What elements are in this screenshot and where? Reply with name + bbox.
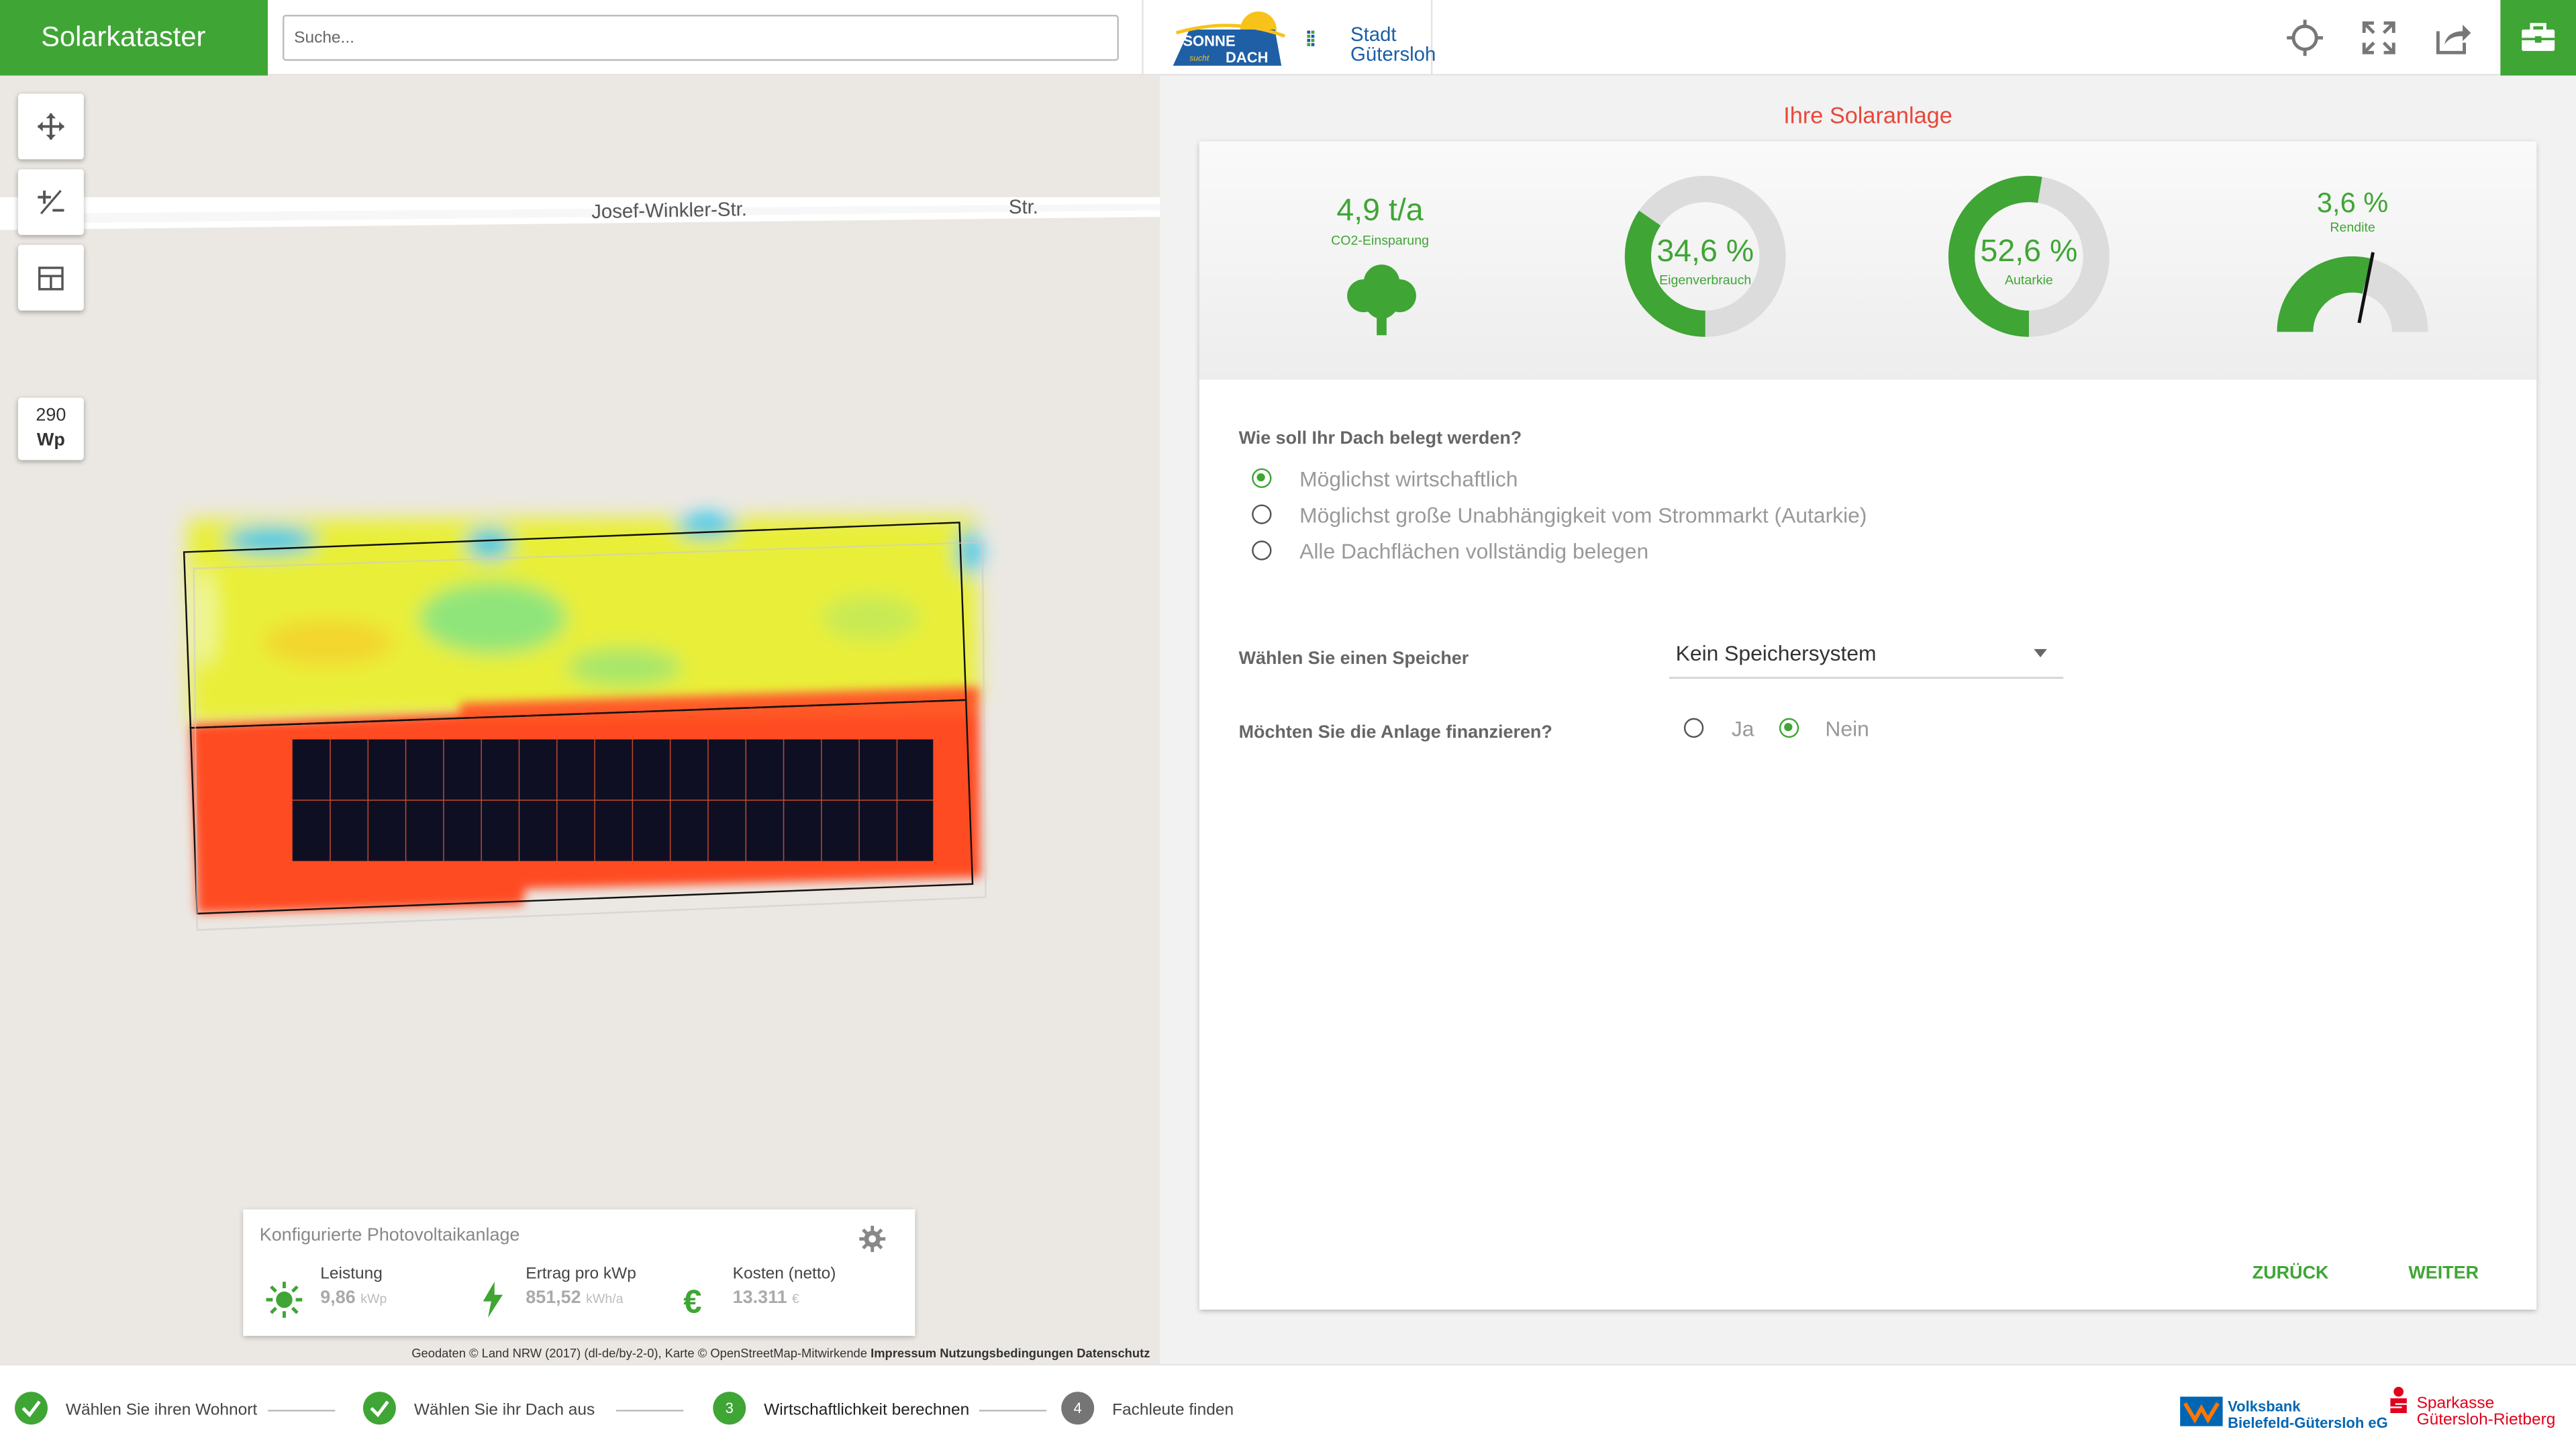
stadt-guetersloh-emblem-icon — [1307, 30, 1315, 46]
fullscreen-icon[interactable] — [2359, 18, 2399, 58]
euro-icon: € — [683, 1284, 701, 1318]
map-canvas[interactable] — [0, 76, 1160, 1364]
option-label-vollstaendig[interactable]: Alle Dachflächen vollständig belegen — [1299, 539, 1648, 564]
move-icon — [38, 113, 64, 140]
option-label-autarkie[interactable]: Möglichst große Unabhängigkeit vom Strom… — [1299, 503, 1867, 528]
svg-text:sucht: sucht — [1189, 54, 1209, 63]
stadt-line2: Gütersloh — [1350, 42, 1436, 66]
search-input[interactable] — [283, 15, 1119, 61]
privacy-link[interactable]: Datenschutz — [1077, 1346, 1150, 1361]
pv-summary-card: Konfigurierte Photovoltaikanlage Leistun… — [243, 1209, 915, 1336]
step-4-label[interactable]: Fachleute finden — [1112, 1402, 1234, 1420]
autarkie-value: 52,6 % — [1980, 235, 2078, 270]
volksbank-region: Bielefeld-Gütersloh eG — [2228, 1414, 2388, 1431]
eigenverbrauch-label: Eigenverbrauch — [1659, 273, 1752, 288]
question-speicher: Wählen Sie einen Speicher — [1238, 648, 1469, 669]
toolbox-button[interactable] — [2500, 0, 2576, 76]
question-finanzierung: Möchten Sie die Anlage finanzieren? — [1238, 722, 1552, 743]
step-1-check-icon[interactable] — [15, 1392, 48, 1425]
label-finanzierung-nein[interactable]: Nein — [1825, 716, 1869, 741]
pv-value-leistung: 9,86 kWp — [320, 1288, 387, 1308]
module-power-selector[interactable]: 290 Wp — [17, 397, 84, 461]
sparkasse-region: Gütersloh-Rietberg — [2416, 1411, 2556, 1430]
step-connector — [615, 1410, 684, 1412]
eigenverbrauch-value: 34,6 % — [1656, 235, 1754, 270]
radio-vollstaendig[interactable] — [1252, 540, 1272, 561]
next-button[interactable]: WEITER — [2408, 1263, 2479, 1283]
module-power-value: 290 — [36, 405, 66, 426]
map-attribution: Geodaten © Land NRW (2017) (dl-de/by-2-0… — [0, 1344, 1160, 1363]
module-power-unit: Wp — [36, 430, 65, 450]
rendite-label: Rendite — [2330, 220, 2375, 236]
radio-wirtschaftlich[interactable] — [1252, 468, 1272, 488]
rendite-gauge — [2277, 252, 2428, 332]
solar-panel-array[interactable] — [292, 739, 934, 861]
sparkasse-logo[interactable]: Sparkasse Gütersloh-Rietberg — [2416, 1395, 2556, 1430]
attribution-text: Geodaten © Land NRW (2017) (dl-de/by-2-0… — [411, 1345, 868, 1361]
step-2-check-icon[interactable] — [362, 1392, 396, 1425]
step-2-label[interactable]: Wählen Sie ihr Dach aus — [414, 1402, 595, 1420]
speicher-select[interactable]: Kein Speichersystem — [1669, 638, 2064, 679]
step-3-number[interactable]: 3 — [713, 1392, 746, 1425]
back-button[interactable]: ZURÜCK — [2252, 1263, 2329, 1283]
crosshair-icon[interactable] — [2285, 18, 2325, 58]
impressum-link[interactable]: Impressum — [871, 1346, 936, 1361]
pv-value-ertrag: 851,52 kWh/a — [526, 1288, 624, 1308]
step-4-number[interactable]: 4 — [1061, 1392, 1095, 1425]
panel-layout-button[interactable] — [17, 244, 84, 311]
step-connector — [267, 1410, 336, 1412]
pv-label-ertrag: Ertrag pro kWp — [526, 1265, 636, 1284]
add-remove-panel-button[interactable] — [17, 169, 84, 236]
step-3-label[interactable]: Wirtschaftlichkeit berechnen — [764, 1402, 969, 1420]
app-title[interactable]: Solarkataster — [0, 0, 268, 76]
step-1-label[interactable]: Wählen Sie ihren Wohnort — [66, 1402, 257, 1420]
radio-autarkie[interactable] — [1252, 504, 1272, 524]
settings-gear-icon[interactable] — [859, 1225, 886, 1253]
stadt-guetersloh-logo: Stadt Gütersloh — [1350, 25, 1436, 64]
stadt-line1: Stadt — [1350, 23, 1397, 46]
pv-value-kosten: 13.311 € — [732, 1288, 799, 1308]
radio-finanzierung-ja[interactable] — [1683, 718, 1704, 738]
solaranlage-card: 4,9 t/a CO2-Einsparung 34,6 % Eigenverbr… — [1199, 141, 2537, 1310]
header-bar: Solarkataster SONNE sucht DACH Stadt Güt… — [0, 0, 2576, 76]
map-view[interactable]: Josef-Winkler-Str. Str. 290 Wp — [0, 75, 1160, 1364]
panel-title: Ihre Solaranlage — [1783, 101, 1952, 128]
question-belegung: Wie soll Ihr Dach belegt werden? — [1238, 428, 1522, 449]
sun-icon — [266, 1282, 303, 1318]
pv-label-leistung: Leistung — [320, 1265, 383, 1284]
svg-text:€: € — [683, 1284, 701, 1318]
sparkasse-name: Sparkasse — [2416, 1395, 2495, 1414]
tree-icon — [1347, 264, 1416, 336]
lightning-icon — [483, 1282, 503, 1318]
step-connector — [979, 1410, 1047, 1412]
sparkasse-logo-icon — [2390, 1386, 2407, 1414]
speicher-select-value: Kein Speichersystem — [1675, 640, 1877, 666]
co2-value: 4,9 t/a — [1336, 193, 1424, 229]
svg-text:SONNE: SONNE — [1183, 33, 1235, 50]
pv-card-title: Konfigurierte Photovoltaikanlage — [259, 1225, 520, 1246]
chevron-down-icon — [2034, 648, 2047, 658]
street-label-main: Josef-Winkler-Str. — [591, 197, 748, 224]
move-tool-button[interactable] — [17, 93, 84, 160]
radio-finanzierung-nein[interactable] — [1779, 718, 1799, 738]
rendite-value: 3,6 % — [2316, 187, 2389, 219]
street-label-secondary: Str. — [1008, 195, 1038, 219]
label-finanzierung-ja[interactable]: Ja — [1732, 716, 1754, 741]
sonne-sucht-dach-logo: SONNE sucht DACH — [1173, 11, 1285, 66]
share-icon[interactable] — [2433, 18, 2473, 58]
svg-text:DACH: DACH — [1226, 49, 1269, 66]
autarkie-label: Autarkie — [2004, 273, 2053, 288]
pv-label-kosten: Kosten (netto) — [732, 1265, 836, 1284]
volksbank-logo[interactable]: Volksbank Bielefeld-Gütersloh eG — [2228, 1398, 2388, 1431]
terms-link[interactable]: Nutzungsbedingungen — [940, 1346, 1073, 1361]
co2-label: CO2-Einsparung — [1331, 233, 1430, 248]
stats-bar: 4,9 t/a CO2-Einsparung 34,6 % Eigenverbr… — [1199, 141, 2537, 380]
stepper-footer: Wählen Sie ihren Wohnort Wählen Sie ihr … — [0, 1363, 2576, 1449]
plus-minus-icon — [38, 189, 64, 215]
panel-layout-icon — [38, 267, 64, 291]
toolbox-icon — [2522, 23, 2555, 51]
volksbank-logo-icon — [2180, 1396, 2223, 1427]
option-label-wirtschaftlich[interactable]: Möglichst wirtschaftlich — [1299, 467, 1518, 491]
volksbank-name: Volksbank — [2228, 1398, 2301, 1415]
